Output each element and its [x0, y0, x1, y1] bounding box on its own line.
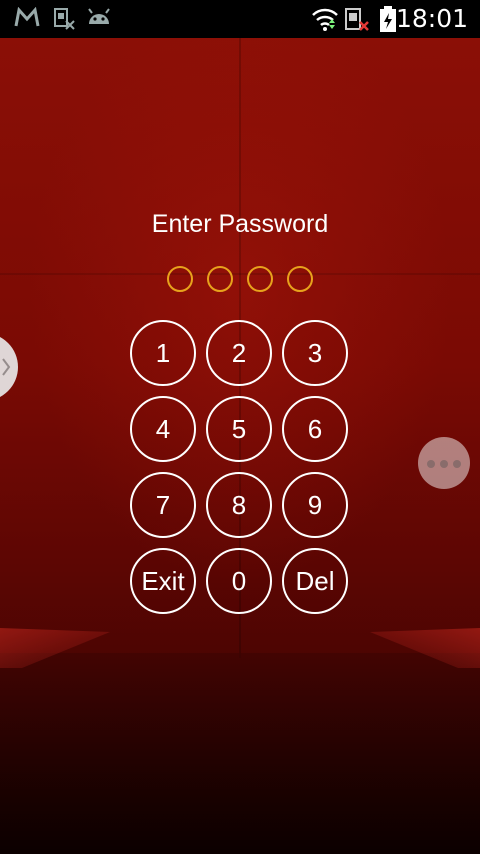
more-dots-icon	[453, 460, 461, 468]
page-title: Enter Password	[151, 210, 329, 238]
pin-dot	[167, 266, 193, 292]
more-dots-icon	[440, 460, 448, 468]
gmail-icon	[14, 7, 40, 27]
wifi-icon	[312, 8, 338, 31]
key-7[interactable]: 7	[130, 472, 196, 538]
chevron-right-icon	[2, 358, 11, 376]
keypad: 1 2 3 4 5 6 7 8 9 Exit 0 Del	[130, 320, 350, 616]
sim-blocked-icon	[54, 8, 75, 30]
key-4[interactable]: 4	[130, 396, 196, 462]
key-9[interactable]: 9	[282, 472, 348, 538]
pin-dot	[247, 266, 273, 292]
delete-button[interactable]: Del	[282, 548, 348, 614]
floor	[0, 653, 480, 854]
more-dots-icon	[427, 460, 435, 468]
pin-dot	[287, 266, 313, 292]
key-0[interactable]: 0	[206, 548, 272, 614]
exit-button[interactable]: Exit	[130, 548, 196, 614]
pin-dot	[207, 266, 233, 292]
clock: 18:01	[395, 4, 468, 33]
key-5[interactable]: 5	[206, 396, 272, 462]
pin-indicator	[0, 266, 480, 297]
sim-no-signal-icon	[345, 8, 369, 31]
android-debug-icon	[88, 8, 110, 24]
key-1[interactable]: 1	[130, 320, 196, 386]
floating-menu-button[interactable]	[418, 437, 470, 489]
key-2[interactable]: 2	[206, 320, 272, 386]
key-3[interactable]: 3	[282, 320, 348, 386]
key-6[interactable]: 6	[282, 396, 348, 462]
key-8[interactable]: 8	[206, 472, 272, 538]
status-bar: 18:01	[0, 0, 480, 38]
